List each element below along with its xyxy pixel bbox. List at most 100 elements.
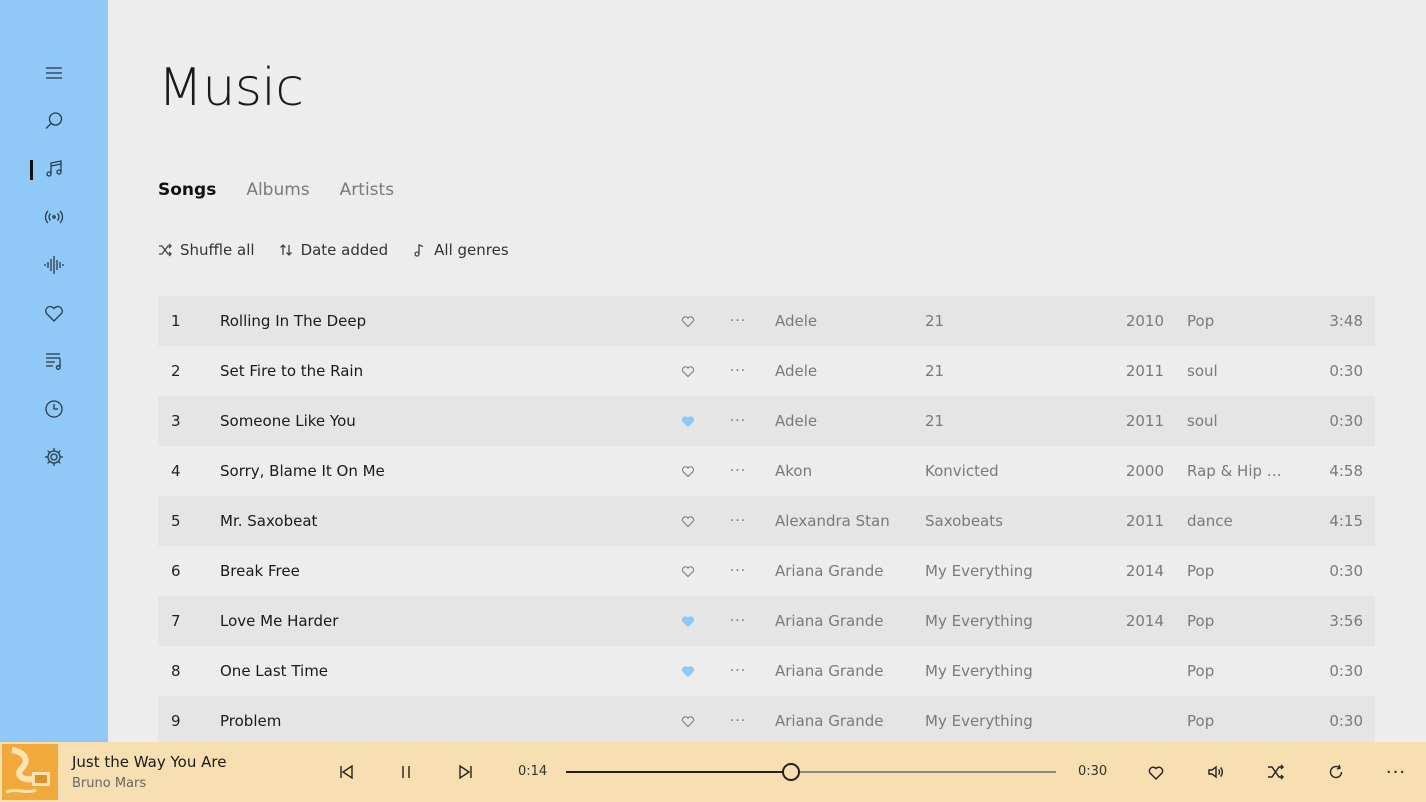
song-title: Love Me Harder	[220, 612, 339, 630]
song-row[interactable]: 9 Problem ··· Ariana Grande My Everything Pop…	[158, 696, 1375, 742]
page-title: Music	[158, 58, 304, 118]
sidebar-item-podcasts[interactable]	[30, 249, 78, 281]
song-artist[interactable]: Alexandra Stan	[775, 512, 890, 530]
song-album[interactable]: My Everything	[925, 562, 1033, 580]
sidebar-item-recent[interactable]	[30, 393, 78, 425]
song-year: 2010	[1125, 312, 1164, 330]
more-options-button[interactable]: ···	[1384, 760, 1408, 784]
sidebar-item-playlists[interactable]	[30, 345, 78, 377]
song-row[interactable]: 3 Someone Like You ··· Adele 21 2011 soul 0:30	[158, 396, 1375, 446]
repeat-button[interactable]	[1324, 760, 1348, 784]
shuffle-all-button[interactable]: Shuffle all	[158, 241, 255, 259]
song-artist[interactable]: Adele	[775, 312, 817, 330]
more-options-icon[interactable]: ···	[728, 463, 748, 479]
volume-button[interactable]	[1204, 760, 1228, 784]
song-album[interactable]: My Everything	[925, 662, 1033, 680]
song-genre: Pop	[1187, 712, 1215, 730]
song-artist[interactable]: Ariana Grande	[775, 562, 884, 580]
like-toggle[interactable]	[678, 461, 698, 481]
track-number: 4	[171, 462, 181, 480]
song-row[interactable]: 1 Rolling In The Deep ··· Adele 21 2010 Pop 3:4…	[158, 296, 1375, 346]
song-artist[interactable]: Ariana Grande	[775, 712, 884, 730]
menu-button[interactable]	[30, 57, 78, 89]
sort-button[interactable]: Date added	[279, 241, 388, 259]
song-album[interactable]: 21	[925, 312, 944, 330]
like-toggle[interactable]	[678, 361, 698, 381]
search-button[interactable]	[30, 105, 78, 137]
next-button[interactable]	[454, 760, 478, 784]
song-genre: Pop	[1187, 612, 1215, 630]
song-album[interactable]: Saxobeats	[925, 512, 1003, 530]
genre-filter-label: All genres	[434, 241, 509, 259]
song-row[interactable]: 2 Set Fire to the Rain ··· Adele 21 2011 soul 0…	[158, 346, 1375, 396]
pause-icon	[402, 766, 410, 778]
song-album[interactable]: My Everything	[925, 612, 1033, 630]
tab-albums[interactable]: Albums	[246, 180, 309, 200]
song-year: 2011	[1125, 362, 1164, 380]
more-options-icon[interactable]: ···	[728, 613, 748, 629]
tab-artists[interactable]: Artists	[340, 180, 394, 200]
more-options-icon[interactable]: ···	[728, 313, 748, 329]
more-options-icon[interactable]: ···	[728, 563, 748, 579]
shuffle-button[interactable]	[1264, 760, 1288, 784]
song-album[interactable]: 21	[925, 362, 944, 380]
song-row[interactable]: 5 Mr. Saxobeat ··· Alexandra Stan Saxobeats 2…	[158, 496, 1375, 546]
heart-filled-icon	[682, 616, 694, 628]
toolbar: Shuffle all Date added All genres	[158, 241, 509, 259]
song-artist[interactable]: Ariana Grande	[775, 662, 884, 680]
song-artist[interactable]: Adele	[775, 362, 817, 380]
song-album[interactable]: Konvicted	[925, 462, 999, 480]
pause-button[interactable]	[394, 760, 418, 784]
more-options-icon[interactable]: ···	[728, 713, 748, 729]
song-artist[interactable]: Akon	[775, 462, 812, 480]
sidebar-item-settings[interactable]	[30, 441, 78, 473]
song-year: 2011	[1125, 412, 1164, 430]
like-toggle[interactable]	[678, 561, 698, 581]
progress-thumb[interactable]	[782, 763, 801, 781]
now-playing-artist[interactable]: Bruno Mars	[72, 776, 146, 791]
like-toggle[interactable]	[678, 311, 698, 331]
song-year: 2014	[1125, 612, 1164, 630]
song-row[interactable]: 6 Break Free ··· Ariana Grande My Everything…	[158, 546, 1375, 596]
more-options-icon[interactable]: ···	[728, 413, 748, 429]
song-duration: 0:30	[1329, 562, 1363, 580]
sidebar-item-radio[interactable]	[30, 201, 78, 233]
song-title: Sorry, Blame It On Me	[220, 462, 385, 480]
track-number: 8	[171, 662, 181, 680]
song-row[interactable]: 4 Sorry, Blame It On Me ··· Akon Konvicted 20…	[158, 446, 1375, 496]
now-playing-title[interactable]: Just the Way You Are	[72, 753, 226, 771]
track-number: 5	[171, 512, 181, 530]
tab-songs[interactable]: Songs	[158, 180, 216, 200]
sidebar-item-music[interactable]	[30, 153, 78, 185]
song-row[interactable]: 7 Love Me Harder ··· Ariana Grande My Everyt…	[158, 596, 1375, 646]
like-toggle[interactable]	[678, 411, 698, 431]
previous-button[interactable]	[334, 760, 358, 784]
album-cover[interactable]	[2, 744, 58, 800]
song-year: 2011	[1125, 512, 1164, 530]
song-duration: 4:15	[1329, 512, 1363, 530]
more-options-icon[interactable]: ···	[728, 663, 748, 679]
song-album[interactable]: 21	[925, 412, 944, 430]
music-note-icon	[414, 244, 424, 257]
playlist-icon	[46, 353, 61, 370]
genre-filter-button[interactable]: All genres	[412, 241, 509, 259]
like-toggle[interactable]	[678, 661, 698, 681]
like-button[interactable]	[1144, 760, 1168, 784]
song-year: 2000	[1125, 462, 1164, 480]
song-artist[interactable]: Adele	[775, 412, 817, 430]
song-artist[interactable]: Ariana Grande	[775, 612, 884, 630]
heart-outline-icon	[682, 516, 694, 528]
sort-icon	[279, 244, 292, 256]
like-toggle[interactable]	[678, 511, 698, 531]
like-toggle[interactable]	[678, 711, 698, 731]
like-toggle[interactable]	[678, 611, 698, 631]
progress-slider[interactable]	[566, 763, 1056, 781]
sidebar-item-favorites[interactable]	[30, 297, 78, 329]
song-row[interactable]: 8 One Last Time ··· Ariana Grande My Everyth…	[158, 646, 1375, 696]
more-options-icon[interactable]: ···	[728, 363, 748, 379]
song-title: Break Free	[220, 562, 300, 580]
song-album[interactable]: My Everything	[925, 712, 1033, 730]
more-options-icon[interactable]: ···	[728, 513, 748, 529]
main-content: Music Songs Albums Artists Shuffle all D…	[108, 0, 1426, 742]
album-art	[2, 744, 58, 800]
